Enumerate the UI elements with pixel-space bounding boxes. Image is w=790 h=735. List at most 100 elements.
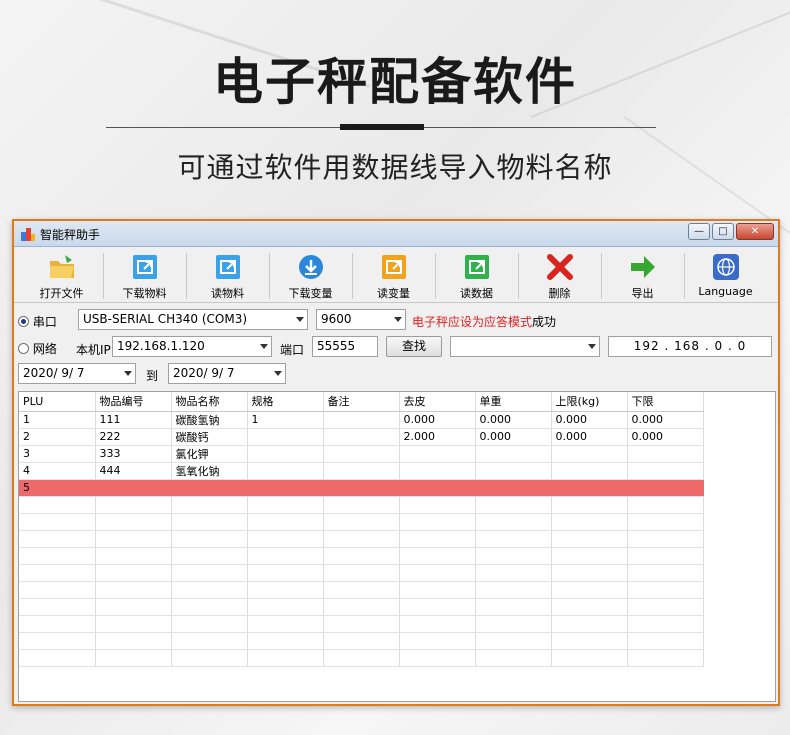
table-cell[interactable]: [19, 530, 96, 548]
table-cell[interactable]: [171, 615, 248, 633]
table-cell[interactable]: [475, 598, 552, 616]
table-cell[interactable]: [551, 496, 628, 514]
table-cell[interactable]: 碳酸氢钠: [171, 411, 248, 429]
table-cell[interactable]: [95, 564, 172, 582]
table-cell[interactable]: [627, 581, 704, 599]
table-cell[interactable]: [247, 479, 324, 497]
table-cell[interactable]: [171, 547, 248, 565]
table-cell[interactable]: [19, 496, 96, 514]
table-cell[interactable]: [551, 632, 628, 650]
table-cell[interactable]: 氯化钾: [171, 445, 248, 463]
table-cell[interactable]: [19, 632, 96, 650]
table-row[interactable]: [19, 598, 704, 616]
table-cell[interactable]: [171, 632, 248, 650]
table-cell[interactable]: [627, 632, 704, 650]
network-radio[interactable]: [18, 343, 29, 354]
column-header[interactable]: 单重: [475, 392, 552, 412]
table-cell[interactable]: [247, 581, 324, 599]
table-cell[interactable]: [627, 598, 704, 616]
table-cell[interactable]: [627, 462, 704, 480]
table-cell[interactable]: [475, 547, 552, 565]
table-cell[interactable]: [399, 581, 476, 599]
table-cell[interactable]: [247, 632, 324, 650]
table-cell[interactable]: [627, 649, 704, 667]
table-row[interactable]: [19, 530, 704, 548]
column-header[interactable]: 上限(kg): [551, 392, 628, 412]
table-cell[interactable]: [323, 496, 400, 514]
read-data-button[interactable]: 读数据: [435, 251, 518, 302]
table-cell[interactable]: [627, 479, 704, 497]
table-cell[interactable]: 2: [19, 428, 96, 446]
restore-button[interactable]: □: [712, 223, 734, 240]
table-cell[interactable]: [551, 445, 628, 463]
column-header[interactable]: 下限: [627, 392, 704, 412]
table-cell[interactable]: [247, 496, 324, 514]
table-cell[interactable]: [171, 581, 248, 599]
table-cell[interactable]: [551, 547, 628, 565]
date-to-picker[interactable]: 2020/ 9/ 7: [168, 363, 286, 384]
table-cell[interactable]: [551, 615, 628, 633]
table-cell[interactable]: [399, 547, 476, 565]
table-cell[interactable]: 0.000: [627, 428, 704, 446]
download-variable-button[interactable]: 下载变量: [269, 251, 352, 302]
table-cell[interactable]: 333: [95, 445, 172, 463]
table-cell[interactable]: [399, 462, 476, 480]
table-row[interactable]: 1 111 碳酸氢钠 1 0.000 0.000 0.000 0.000: [19, 411, 704, 429]
column-header[interactable]: 规格: [247, 392, 324, 412]
table-cell[interactable]: [551, 479, 628, 497]
table-cell[interactable]: [323, 581, 400, 599]
local-ip-select[interactable]: 192.168.1.120: [112, 336, 272, 357]
table-cell[interactable]: [399, 445, 476, 463]
table-cell[interactable]: [19, 547, 96, 565]
table-cell[interactable]: [551, 581, 628, 599]
serial-radio[interactable]: [18, 316, 29, 327]
table-cell[interactable]: [95, 496, 172, 514]
table-cell[interactable]: [247, 598, 324, 616]
table-cell[interactable]: [627, 530, 704, 548]
column-header[interactable]: 备注: [323, 392, 400, 412]
table-cell[interactable]: [171, 479, 248, 497]
port-input[interactable]: 55555: [312, 336, 378, 357]
table-row[interactable]: [19, 564, 704, 582]
table-cell[interactable]: [247, 513, 324, 531]
table-cell[interactable]: 5: [19, 479, 96, 497]
column-header[interactable]: 去皮: [399, 392, 476, 412]
table-cell[interactable]: 3: [19, 445, 96, 463]
table-row[interactable]: 2 222 碳酸钙 2.000 0.000 0.000 0.000: [19, 428, 704, 446]
table-cell[interactable]: [19, 649, 96, 667]
table-cell[interactable]: [95, 649, 172, 667]
table-cell[interactable]: [95, 479, 172, 497]
table-cell[interactable]: [247, 564, 324, 582]
table-cell[interactable]: [247, 530, 324, 548]
table-row[interactable]: 5: [19, 479, 704, 497]
table-cell[interactable]: [475, 632, 552, 650]
table-cell[interactable]: [551, 564, 628, 582]
table-cell[interactable]: [247, 428, 324, 446]
table-cell[interactable]: [171, 496, 248, 514]
table-cell[interactable]: [171, 598, 248, 616]
table-row[interactable]: [19, 615, 704, 633]
table-cell[interactable]: 1: [247, 411, 324, 429]
table-row[interactable]: [19, 632, 704, 650]
close-button[interactable]: ✕: [736, 223, 774, 240]
table-cell[interactable]: [95, 615, 172, 633]
plu-table[interactable]: PLU 物品编号 物品名称 规格 备注 去皮 单重 上限(kg) 下限 1 111 碳酸氢钠 1 0.0…: [18, 391, 776, 702]
language-button[interactable]: Language: [684, 251, 767, 302]
table-cell[interactable]: [475, 462, 552, 480]
table-cell[interactable]: [323, 462, 400, 480]
table-cell[interactable]: [323, 411, 400, 429]
table-cell[interactable]: [95, 530, 172, 548]
table-cell[interactable]: [399, 479, 476, 497]
table-cell[interactable]: [399, 496, 476, 514]
table-cell[interactable]: [95, 547, 172, 565]
minimize-button[interactable]: —: [688, 223, 710, 240]
table-row[interactable]: 4 444 氢氧化钠: [19, 462, 704, 480]
table-cell[interactable]: 1: [19, 411, 96, 429]
table-cell[interactable]: 0.000: [627, 411, 704, 429]
ip-address-field[interactable]: 192 . 168 . 0 . 0: [608, 336, 772, 357]
open-file-button[interactable]: 打开文件: [20, 251, 103, 302]
table-cell[interactable]: [247, 462, 324, 480]
table-cell[interactable]: [323, 598, 400, 616]
table-cell[interactable]: [627, 547, 704, 565]
table-cell[interactable]: [399, 530, 476, 548]
